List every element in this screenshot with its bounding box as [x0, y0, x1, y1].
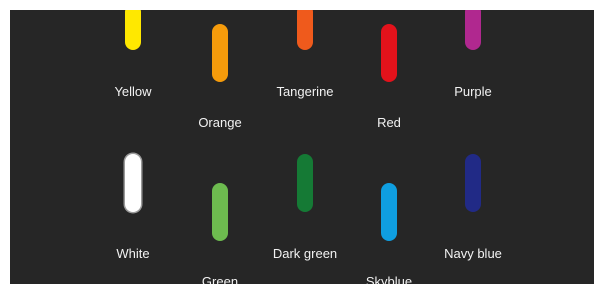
- purple-swatch: [465, 10, 481, 50]
- yellow-swatch: [125, 10, 141, 50]
- orange-swatch: [212, 24, 228, 82]
- white-swatch: [125, 154, 141, 212]
- purple-label: Purple: [454, 84, 492, 99]
- navy-blue-swatch: [465, 154, 481, 212]
- yellow-label: Yellow: [114, 84, 152, 99]
- skyblue-label: Skyblue: [365, 274, 413, 284]
- green-label: Green: [201, 274, 239, 284]
- color-swatch-panel: Yellow Orange Tangerine Red Purple White…: [10, 10, 594, 284]
- red-label: Red: [377, 115, 401, 130]
- green-swatch: [212, 183, 228, 241]
- dark-green-swatch: [297, 154, 313, 212]
- navy-blue-label: Navy blue: [444, 246, 502, 261]
- red-swatch: [381, 24, 397, 82]
- skyblue-swatch: [381, 183, 397, 241]
- white-label: White: [116, 246, 150, 261]
- tangerine-label: Tangerine: [276, 84, 334, 99]
- tangerine-swatch: [297, 10, 313, 50]
- orange-label: Orange: [198, 115, 242, 130]
- dark-green-label: Dark green: [272, 246, 338, 261]
